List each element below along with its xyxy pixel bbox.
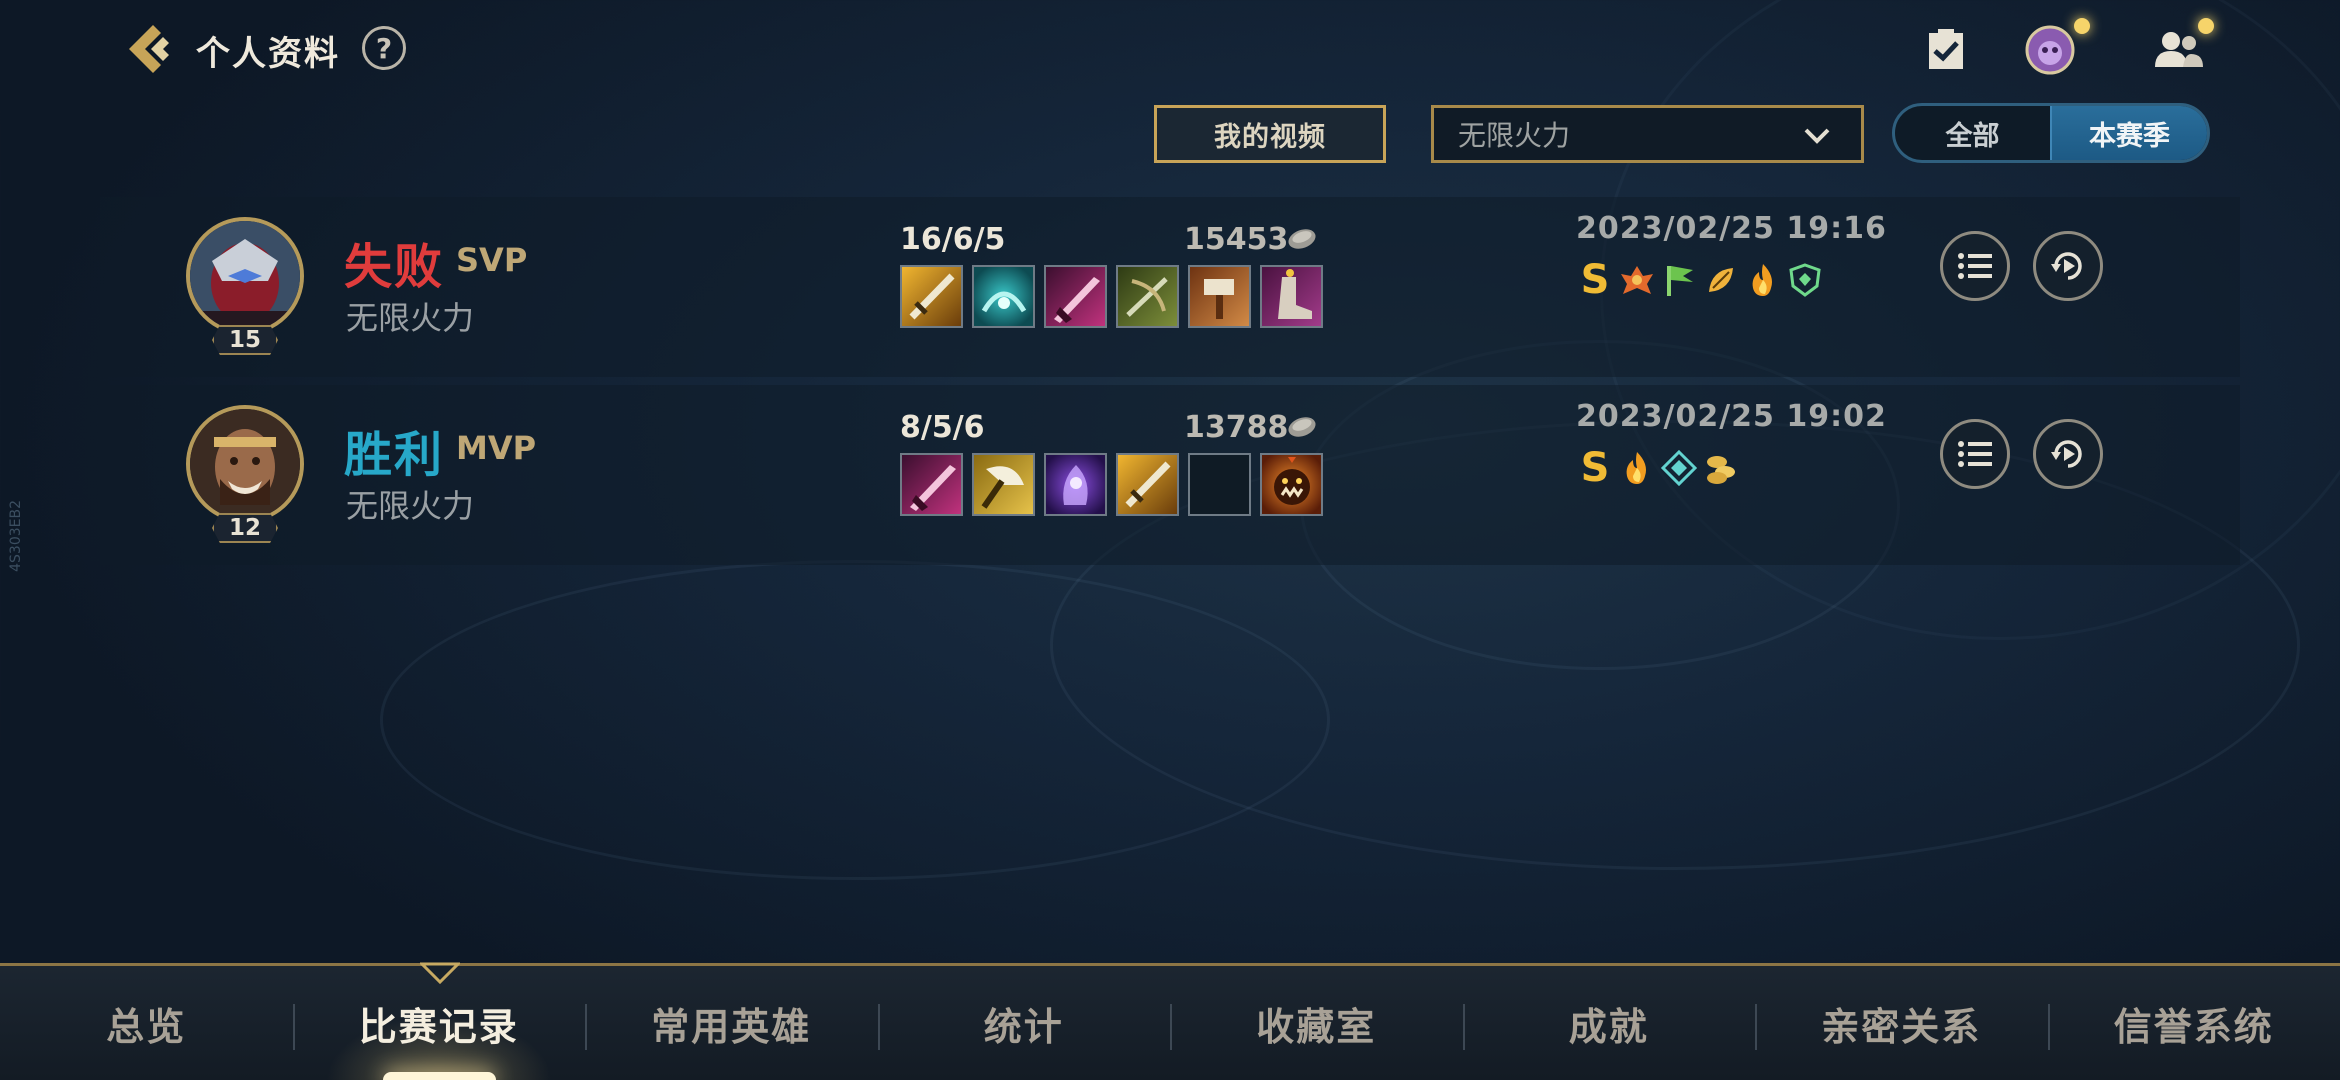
list-icon <box>1958 441 1992 467</box>
purple-spirit-item[interactable] <box>1044 453 1107 516</box>
tab-relationships[interactable]: 亲密关系 <box>1755 966 2048 1080</box>
bottom-nav: 总览 比赛记录 常用英雄 统计 收藏室 成就 亲密关系 信誉系统 <box>0 962 2340 1080</box>
honor-label: MVP <box>456 429 537 467</box>
profile-avatar-button[interactable] <box>2018 18 2082 82</box>
hammer-icon <box>1204 279 1234 319</box>
hammer-item[interactable] <box>1188 265 1251 328</box>
gold-coin-icon <box>1288 417 1316 437</box>
match-result: 胜利 <box>344 427 445 483</box>
task-button[interactable] <box>1914 18 1978 82</box>
crest-badge-icon <box>1618 261 1656 299</box>
champion-level: 12 <box>212 513 278 543</box>
list-icon <box>1958 253 1992 279</box>
toggle-all[interactable]: 全部 <box>1895 106 2050 160</box>
tab-achievements[interactable]: 成就 <box>1462 966 1756 1080</box>
spirit-icon <box>1063 465 1088 505</box>
tab-match-history-label: 比赛记录 <box>358 1004 519 1049</box>
avatar-icon <box>2025 25 2075 75</box>
mask-icon <box>1274 457 1310 505</box>
champion-avatar <box>186 217 304 335</box>
pink-blade-item[interactable] <box>1044 265 1107 328</box>
grade-badge: S <box>1580 257 1610 303</box>
pink-blade-item[interactable] <box>900 453 963 516</box>
boots-item[interactable] <box>1260 265 1323 328</box>
page-title: 个人资料 <box>196 34 340 74</box>
rune-icon <box>981 291 1027 313</box>
axe-icon <box>981 466 1024 509</box>
item-slots <box>900 453 1323 516</box>
crossbow-icon <box>1126 277 1168 317</box>
gold-axe-item[interactable] <box>972 453 1035 516</box>
side-text: 4S303EB2 <box>8 500 24 572</box>
match-details-button[interactable] <box>1940 231 2010 301</box>
gold-amount: 15453 <box>1184 222 1289 257</box>
match-result: 失败 <box>344 239 445 295</box>
sword-lightning-item[interactable] <box>900 265 963 328</box>
tab-overview[interactable]: 总览 <box>0 966 293 1080</box>
help-button[interactable]: ? <box>362 26 406 70</box>
my-videos-button[interactable]: 我的视频 <box>1154 105 1386 163</box>
sword-icon <box>909 273 955 320</box>
tab-statistics[interactable]: 统计 <box>877 966 1171 1080</box>
kda: 8/5/6 <box>900 410 985 445</box>
match-mode: 无限火力 <box>346 299 475 337</box>
champion-avatar <box>186 405 304 523</box>
toggle-current-season[interactable]: 本赛季 <box>2050 106 2207 160</box>
match-date: 2023/02/25 19:02 <box>1576 399 1887 434</box>
flame-badge-icon <box>1744 261 1782 299</box>
boots-icon <box>1278 269 1312 319</box>
chevron-down-icon <box>1804 128 1830 144</box>
back-button[interactable] <box>120 20 178 78</box>
replay-icon <box>2051 252 2082 280</box>
game-mode-value: 无限火力 <box>1458 119 1571 152</box>
match-details-button[interactable] <box>1940 419 2010 489</box>
back-arrow-icon <box>129 25 169 73</box>
clipboard-check-icon <box>1929 29 1963 69</box>
kda: 16/6/5 <box>900 222 1006 257</box>
shield-badge-icon <box>1786 261 1824 299</box>
replay-icon <box>2051 440 2082 468</box>
grade-badge: S <box>1580 445 1610 491</box>
champion-portrait-icon <box>190 409 300 519</box>
match-replay-button[interactable] <box>2033 231 2103 301</box>
tab-honor-system[interactable]: 信誉系统 <box>2047 966 2340 1080</box>
coins-badge-icon <box>1702 449 1740 487</box>
season-toggle[interactable]: 全部 本赛季 <box>1892 103 2210 163</box>
blade-icon <box>910 465 956 511</box>
notification-dot <box>2074 18 2090 34</box>
leaf-badge-icon <box>1702 261 1740 299</box>
game-mode-select[interactable]: 无限火力 <box>1431 105 1864 163</box>
champion-portrait-icon <box>190 221 300 331</box>
match-replay-button[interactable] <box>2033 419 2103 489</box>
flag-badge-icon <box>1660 261 1698 299</box>
champion-level: 15 <box>212 325 278 355</box>
background-arc <box>380 560 1330 880</box>
help-icon: ? <box>375 31 393 65</box>
tab-collection[interactable]: 收藏室 <box>1170 966 1463 1080</box>
empty-item-slot <box>1188 453 1251 516</box>
gold-amount: 13788 <box>1184 410 1289 445</box>
match-date: 2023/02/25 19:16 <box>1576 211 1887 246</box>
item-slots <box>900 265 1323 328</box>
achievement-badges: S <box>1576 257 1824 303</box>
blade-icon <box>1054 277 1100 323</box>
tab-match-history[interactable]: 比赛记录 <box>292 966 585 1080</box>
flame-badge-icon <box>1618 449 1656 487</box>
sword-icon <box>1125 461 1171 508</box>
diamond-shield-badge-icon <box>1660 449 1698 487</box>
match-mode: 无限火力 <box>346 487 475 525</box>
honor-label: SVP <box>456 241 528 279</box>
teal-rune-item[interactable] <box>972 265 1035 328</box>
gold-coin-icon <box>1288 229 1316 249</box>
active-tab-glow <box>382 1072 496 1080</box>
green-crossbow-item[interactable] <box>1116 265 1179 328</box>
notification-dot <box>2198 18 2214 34</box>
match-row[interactable]: 15 失败 SVP 无限火力 16/6/5 15453 2023/02/25 1… <box>100 197 2240 377</box>
achievement-badges: S <box>1576 445 1740 491</box>
demon-mask-item[interactable] <box>1260 453 1323 516</box>
match-row[interactable]: 12 胜利 MVP 无限火力 8/5/6 13788 2023/02/25 19… <box>100 385 2240 565</box>
sword-lightning-item[interactable] <box>1116 453 1179 516</box>
friends-icon <box>2155 32 2203 67</box>
tab-favorite-champions[interactable]: 常用英雄 <box>585 966 878 1080</box>
